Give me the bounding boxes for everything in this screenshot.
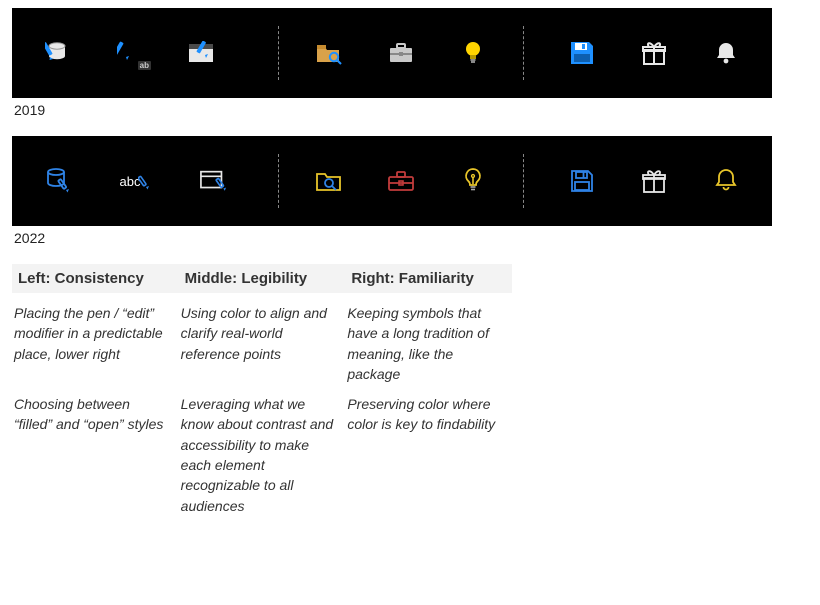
col-header-middle: Middle: Legibility (179, 264, 346, 293)
rename-ab-edit-icon: ab (116, 39, 144, 67)
icon-bar-2022: abc (12, 136, 772, 226)
gift-package-icon (640, 39, 668, 67)
group-consistency-2022: abc (44, 167, 258, 195)
bell-outline-icon (712, 167, 740, 195)
abc-text: abc (120, 174, 141, 189)
group-familiarity-2022 (544, 167, 740, 195)
group-legibility-2022 (299, 167, 504, 195)
cell-middle-2: Leveraging what we know about contrast a… (179, 384, 346, 516)
cell-left-1: Placing the pen / “edit” modifier in a p… (12, 293, 179, 384)
lightbulb-icon (459, 39, 487, 67)
col-header-left: Left: Consistency (12, 264, 179, 293)
window-edit-outline-icon (200, 167, 228, 195)
icon-bar-2019: ab (12, 8, 772, 98)
toolbox-outline-icon (387, 167, 415, 195)
table-row: Choosing between “filled” and “open” sty… (12, 384, 512, 516)
save-floppy-outline-icon (568, 167, 596, 195)
col-header-right: Right: Familiarity (345, 264, 512, 293)
group-legibility-2019 (299, 39, 504, 67)
separator (278, 26, 279, 80)
ab-badge: ab (138, 61, 151, 70)
table-row: Placing the pen / “edit” modifier in a p… (12, 293, 512, 384)
gift-package-outline-icon (640, 167, 668, 195)
cylinder-edit-outline-icon (44, 167, 72, 195)
save-floppy-icon (568, 39, 596, 67)
folder-search-icon (315, 39, 343, 67)
year-label-2022: 2022 (14, 230, 808, 246)
briefcase-icon (387, 39, 415, 67)
principles-table: Left: Consistency Middle: Legibility Rig… (12, 264, 512, 516)
window-edit-icon (188, 39, 216, 67)
cell-right-2: Preserving color where color is key to f… (345, 384, 512, 516)
group-consistency-2019: ab (44, 39, 258, 67)
bell-icon (712, 39, 740, 67)
group-familiarity-2019 (544, 39, 740, 67)
separator (523, 154, 524, 208)
folder-search-outline-icon (315, 167, 343, 195)
rename-abc-edit-icon: abc (116, 167, 156, 195)
year-label-2019: 2019 (14, 102, 808, 118)
cell-right-1: Keeping symbols that have a long traditi… (345, 293, 512, 384)
cell-middle-1: Using color to align and clarify real-wo… (179, 293, 346, 384)
cylinder-edit-icon (44, 39, 72, 67)
separator (523, 26, 524, 80)
separator (278, 154, 279, 208)
lightbulb-outline-icon (459, 167, 487, 195)
cell-left-2: Choosing between “filled” and “open” sty… (12, 384, 179, 516)
table-header-row: Left: Consistency Middle: Legibility Rig… (12, 264, 512, 293)
